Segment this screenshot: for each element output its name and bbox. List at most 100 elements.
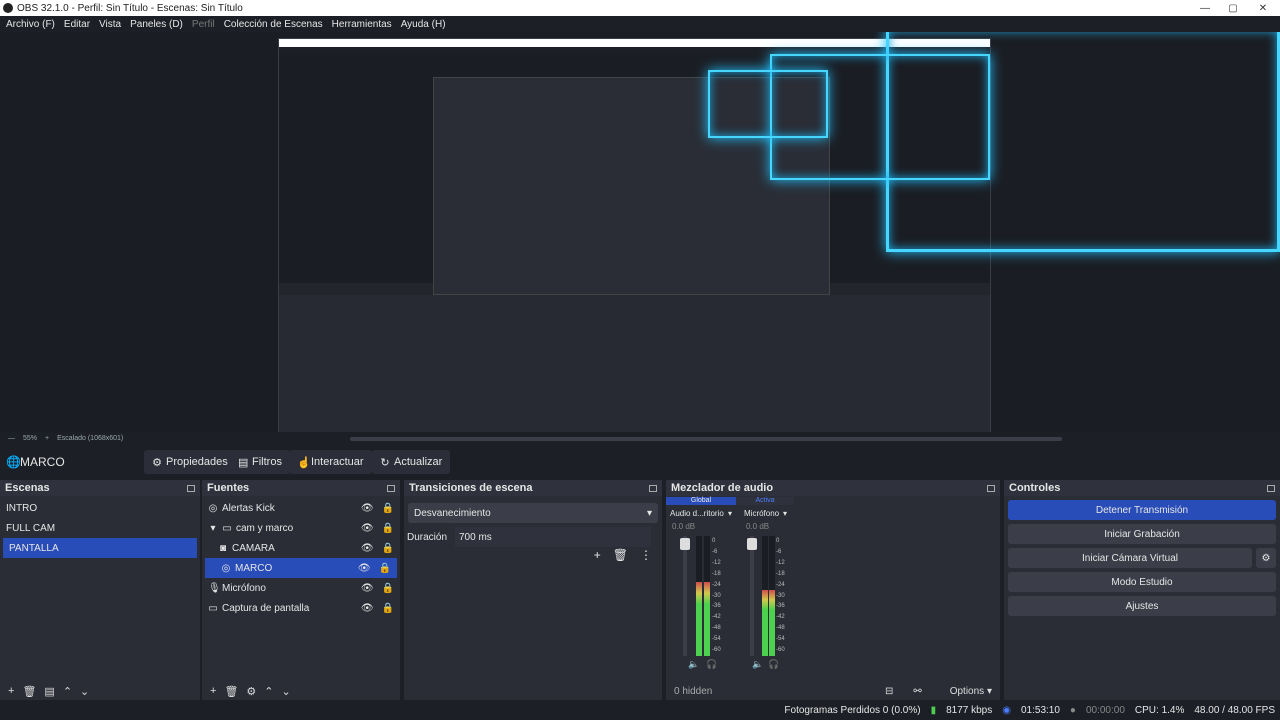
undock-icon[interactable] (1267, 484, 1275, 492)
visibility-icon[interactable]: 👁 (361, 603, 374, 614)
close-icon[interactable]: ✕ (1248, 0, 1278, 16)
meter-scale-label: -30 (776, 592, 785, 599)
gear-icon[interactable]: ⚙ (1256, 548, 1276, 568)
visibility-icon[interactable]: 👁 (361, 503, 374, 514)
channel-1-fader-handle[interactable] (680, 538, 690, 550)
mixer-title: Mezclador de audio (671, 482, 774, 494)
move-down-icon[interactable]: ⌄ (80, 685, 89, 698)
delete-scene-icon[interactable]: 🗑 (22, 685, 36, 698)
channel-2-speaker-icon[interactable]: 🔈 (752, 659, 763, 670)
visibility-icon[interactable]: 👁 (361, 523, 374, 534)
stop-streaming-button[interactable]: Detener Transmisión (1008, 500, 1276, 520)
transitions-dock: Transiciones de escena Desvanecimiento ▾ … (404, 480, 662, 700)
source-item-microfono[interactable]: 🎙 Micrófono 👁 🔒 (202, 578, 400, 598)
meter-scale-label: -42 (712, 614, 721, 621)
channel-2-headphones-icon[interactable]: 🎧 (768, 659, 779, 670)
menu-herramientas[interactable]: Herramientas (332, 19, 392, 30)
refresh-button[interactable]: ↻ Actualizar (372, 450, 451, 474)
menu-coleccion[interactable]: Colección de Escenas (224, 19, 323, 30)
menu-ayuda[interactable]: Ayuda (H) (401, 19, 446, 30)
channel-1-speaker-icon[interactable]: 🔈 (688, 659, 699, 670)
meter-scale-label: -36 (712, 603, 721, 610)
layout-icon[interactable]: ⊟ (885, 686, 893, 697)
menu-paneles[interactable]: Paneles (D) (130, 19, 183, 30)
stream-time: 01:53:10 (1020, 704, 1060, 716)
settings-button[interactable]: Ajustes (1008, 596, 1276, 616)
zoom-in-icon[interactable]: + (45, 435, 49, 442)
scene-item-fullcam[interactable]: FULL CAM (0, 518, 200, 538)
channel-2-fader[interactable] (750, 536, 754, 656)
source-item-captura[interactable]: ▭ Captura de pantalla 👁 🔒 (202, 598, 400, 618)
scenes-title: Escenas (5, 482, 50, 494)
add-source-icon[interactable]: + (210, 685, 216, 697)
move-up-icon[interactable]: ⌃ (264, 685, 273, 698)
lock-icon[interactable]: 🔒 (382, 503, 394, 514)
move-up-icon[interactable]: ⌃ (63, 685, 72, 698)
source-item-marco[interactable]: ◎ MARCO 👁 🔒 (205, 558, 397, 578)
options-button[interactable]: Options ▾ (942, 686, 992, 697)
delete-transition-icon[interactable]: 🗑 (613, 548, 628, 562)
audio-mixer-dock: Mezclador de audio Global Activa Audio d… (666, 480, 1000, 700)
source-item-cam-y-marco[interactable]: ▾ ▭ cam y marco 👁 🔒 (202, 518, 400, 538)
undock-icon[interactable] (649, 484, 657, 492)
studio-mode-button[interactable]: Modo Estudio (1008, 572, 1276, 592)
undock-icon[interactable] (187, 484, 195, 492)
move-down-icon[interactable]: ⌄ (282, 685, 291, 698)
tab-activa[interactable]: Activa (736, 497, 794, 505)
meter-scale-label: -12 (776, 559, 785, 566)
channel-1-menu-icon[interactable]: ▾ (728, 509, 732, 518)
scene-item-intro[interactable]: INTRO (0, 498, 200, 518)
lock-icon[interactable]: 🔒 (379, 563, 391, 574)
chevron-down-icon[interactable]: ▾ (208, 523, 218, 534)
filters-button[interactable]: ▤ Filtros (230, 450, 290, 474)
visibility-icon[interactable]: 👁 (361, 583, 374, 594)
meter-scale-label: -36 (776, 603, 785, 610)
fps-readout: 48.00 / 48.00 FPS (1194, 704, 1275, 716)
properties-button[interactable]: ⚙ Propiedades (144, 450, 236, 474)
maximize-icon[interactable]: ▢ (1218, 0, 1248, 16)
channel-1-scale: 0 -6 -12 -18 -24 -30 -36 -42 -48 -54 -60 (712, 536, 721, 656)
more-options-icon[interactable]: ⋮ (640, 548, 652, 562)
duration-label: Duración (407, 531, 448, 543)
minimize-icon[interactable]: — (1190, 0, 1220, 16)
duration-spinbox[interactable]: 700 ms (455, 527, 651, 547)
source-item-alertas[interactable]: ◎ Alertas Kick 👁 🔒 (202, 498, 400, 518)
interact-button[interactable]: ☝ Interactuar (289, 450, 372, 474)
visibility-icon[interactable]: 👁 (361, 543, 374, 554)
start-recording-button[interactable]: Iniciar Grabación (1008, 524, 1276, 544)
scene-filters-icon[interactable]: ▤ (44, 685, 54, 698)
delete-source-icon[interactable]: 🗑 (224, 685, 238, 698)
lock-icon[interactable]: 🔒 (382, 603, 394, 614)
visibility-icon[interactable]: 👁 (358, 563, 371, 574)
channel-2-menu-icon[interactable]: ▾ (783, 509, 787, 518)
menu-archivo[interactable]: Archivo (F) (6, 19, 55, 30)
channel-2-db: 0.0 dB (746, 522, 770, 531)
meter-scale-label: -12 (712, 559, 721, 566)
source-settings-icon[interactable]: ⚙ (246, 685, 256, 698)
scene-item-pantalla[interactable]: PANTALLA (3, 538, 197, 558)
zoom-scale[interactable]: Escalado (1068x601) (57, 435, 123, 442)
menu-vista[interactable]: Vista (99, 19, 121, 30)
lock-icon[interactable]: 🔒 (382, 543, 394, 554)
add-transition-icon[interactable]: + (594, 548, 601, 562)
mic-icon: 🎙 (208, 582, 221, 594)
tab-global[interactable]: Global (666, 497, 736, 505)
channel-1-fader[interactable] (683, 536, 687, 656)
preview-canvas[interactable] (0, 32, 1280, 432)
link-icon[interactable]: ⚯ (913, 686, 921, 697)
menu-perfil[interactable]: Perfil (192, 19, 215, 30)
lock-icon[interactable]: 🔒 (382, 583, 394, 594)
lock-icon[interactable]: 🔒 (382, 523, 394, 534)
meter-scale-label: -54 (712, 636, 721, 643)
channel-1-headphones-icon[interactable]: 🎧 (706, 659, 717, 670)
undock-icon[interactable] (987, 484, 995, 492)
add-scene-icon[interactable]: + (8, 685, 14, 697)
zoom-out-icon[interactable]: — (8, 435, 15, 442)
menu-editar[interactable]: Editar (64, 19, 90, 30)
start-virtual-cam-button[interactable]: Iniciar Cámara Virtual (1008, 548, 1252, 568)
transition-select[interactable]: Desvanecimiento ▾ (408, 503, 658, 523)
source-item-camara[interactable]: ◙ CAMARA 👁 🔒 (202, 538, 400, 558)
channel-2-fader-handle[interactable] (747, 538, 757, 550)
horizontal-scrollbar[interactable] (350, 437, 1062, 441)
undock-icon[interactable] (387, 484, 395, 492)
